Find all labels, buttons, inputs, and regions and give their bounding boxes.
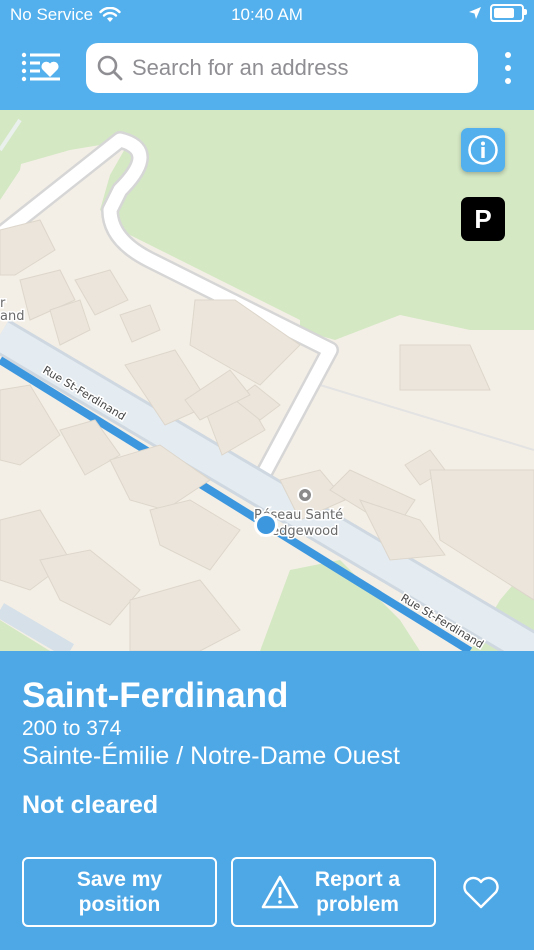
more-icon-dot [505, 65, 511, 71]
map-view[interactable]: Rue St-Ferdinand Rue St-Ferdinand Réseau… [0, 110, 534, 651]
map-label-edge-line2: and [0, 309, 24, 324]
search-input[interactable] [130, 54, 454, 82]
warning-icon [261, 875, 298, 909]
save-position-label: Save my position [76, 868, 163, 916]
location-dot-icon [254, 513, 278, 537]
report-problem-label: Report a problem [314, 868, 401, 916]
status-bar: No Service 10:40 AM [0, 0, 534, 30]
favorites-list-button[interactable] [20, 50, 62, 86]
search-icon [97, 55, 123, 81]
map-canvas: Rue St-Ferdinand Rue St-Ferdinand Réseau… [0, 110, 534, 651]
clearing-status: Not cleared [22, 791, 159, 819]
battery-icon [490, 4, 527, 22]
more-options-button[interactable] [498, 52, 518, 84]
status-right [468, 4, 527, 22]
heart-icon [463, 876, 499, 909]
info-button[interactable] [461, 128, 505, 172]
info-icon [468, 135, 498, 165]
favorites-list-icon [21, 52, 60, 82]
search-bar [86, 43, 478, 93]
street-name: Saint-Ferdinand [22, 676, 289, 715]
favorite-button[interactable] [461, 875, 501, 911]
cross-streets: Sainte-Émilie / Notre-Dame Ouest [22, 742, 400, 770]
street-details-panel: Saint-Ferdinand 200 to 374 Sainte-Émilie… [0, 651, 534, 950]
address-range: 200 to 374 [22, 717, 122, 740]
save-position-button[interactable]: Save my position [22, 857, 217, 927]
parking-icon: P [474, 203, 492, 234]
status-time: 10:40 AM [231, 5, 303, 24]
report-problem-button[interactable]: Report a problem [231, 857, 436, 927]
location-arrow-icon [469, 7, 481, 19]
parking-button[interactable]: P [461, 197, 505, 241]
top-bar [0, 30, 534, 110]
more-icon-dot [505, 52, 511, 58]
more-icon-dot [505, 78, 511, 84]
